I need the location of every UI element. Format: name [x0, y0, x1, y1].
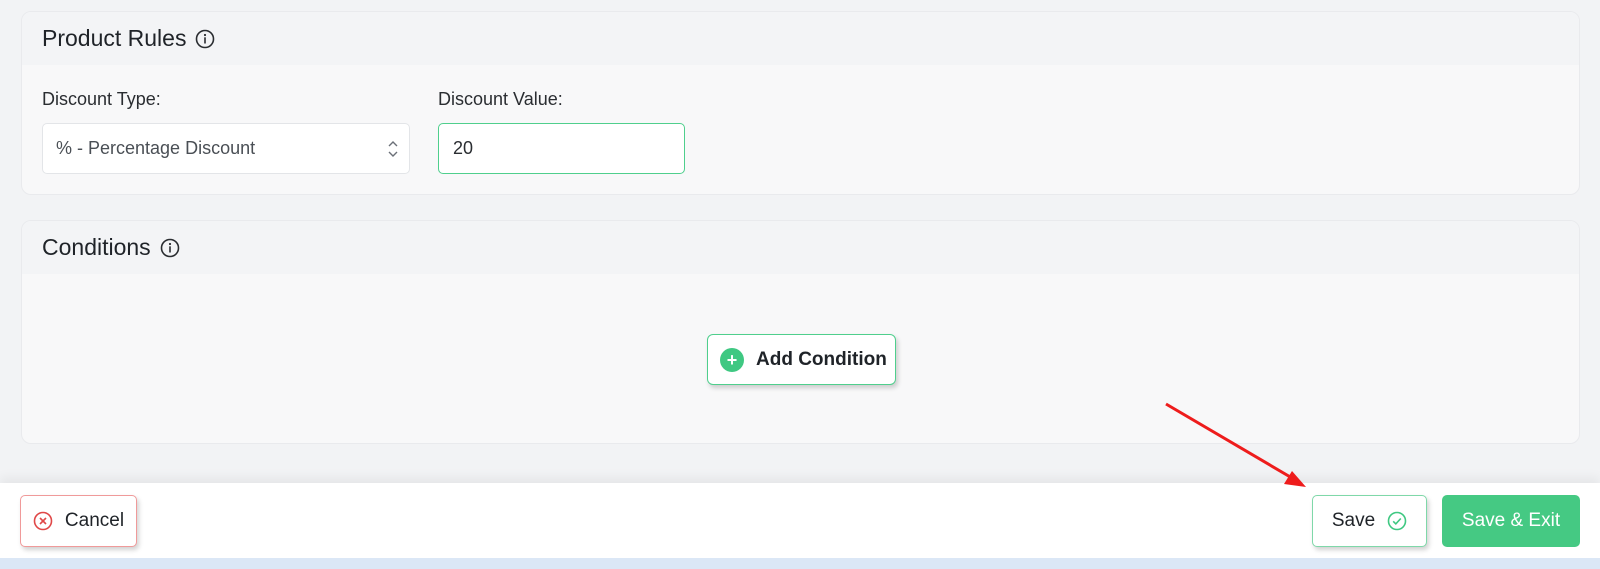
plus-circle-icon: +: [720, 347, 744, 372]
discount-type-label: Discount Type:: [42, 89, 161, 109]
footer-action-bar: Cancel Save Save & Exit: [0, 483, 1600, 558]
chevron-up-down-icon: [387, 138, 399, 160]
x-circle-icon: [33, 511, 53, 531]
check-circle-icon: [1387, 511, 1407, 531]
save-and-exit-label: Save & Exit: [1461, 510, 1561, 531]
save-label: Save: [1331, 510, 1376, 531]
conditions-title: Conditions: [42, 234, 151, 260]
add-condition-label: Add Condition: [756, 348, 887, 370]
discount-value-text: 20: [453, 138, 474, 158]
product-rules-header: Product Rules: [22, 12, 1579, 65]
product-rules-title: Product Rules: [42, 25, 187, 51]
product-rules-panel: Product Rules Discount Type: % - Percent…: [21, 11, 1580, 195]
discount-type-select[interactable]: % - Percentage Discount: [42, 123, 410, 174]
save-button[interactable]: Save: [1312, 495, 1427, 547]
discount-type-value: % - Percentage Discount: [56, 138, 256, 158]
info-icon[interactable]: [195, 29, 215, 49]
discount-value-label: Discount Value:: [438, 89, 563, 109]
cancel-button[interactable]: Cancel: [20, 495, 137, 547]
add-condition-button[interactable]: + Add Condition: [707, 334, 896, 385]
cancel-label: Cancel: [64, 510, 125, 531]
conditions-panel: Conditions + Add Condition: [21, 220, 1580, 444]
info-icon[interactable]: [160, 238, 180, 258]
save-and-exit-button[interactable]: Save & Exit: [1442, 495, 1580, 547]
conditions-header: Conditions: [22, 221, 1579, 274]
discount-value-input[interactable]: 20: [438, 123, 685, 174]
bottom-strip: [0, 558, 1600, 569]
